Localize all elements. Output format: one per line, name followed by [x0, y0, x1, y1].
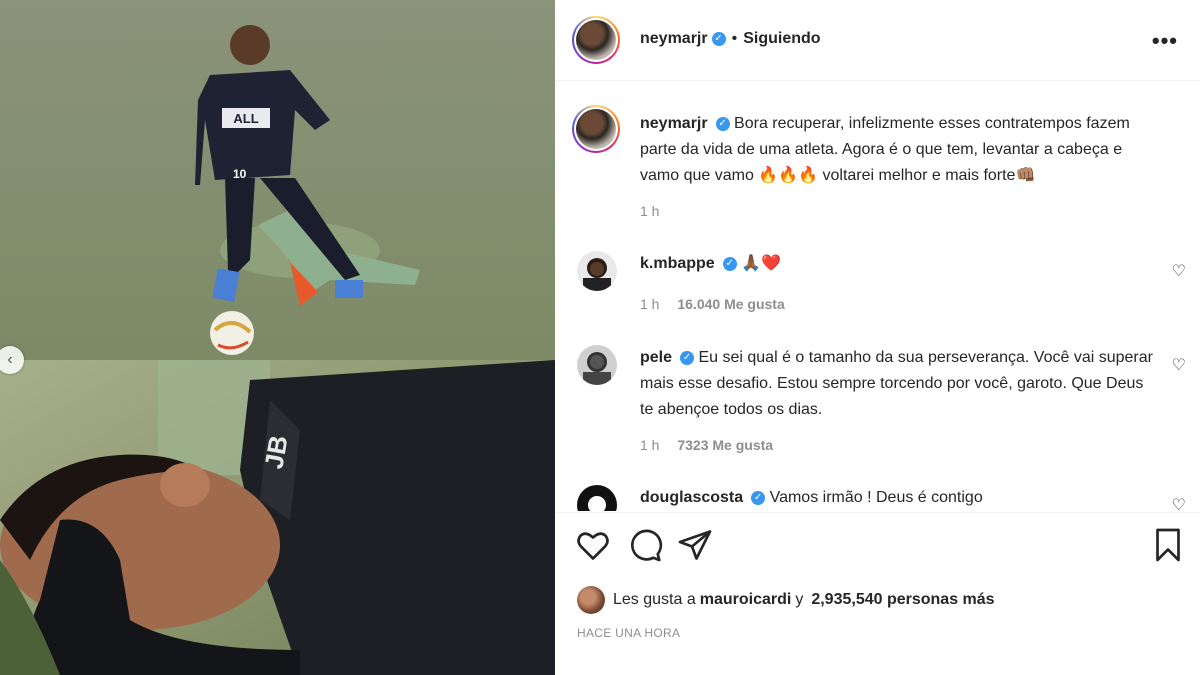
caption-username[interactable]: neymarjr — [640, 115, 708, 132]
comment-time: 1 h — [640, 296, 660, 312]
chevron-left-icon: ‹ — [7, 351, 13, 368]
jersey-number: 10 — [233, 167, 247, 181]
post-image: ALL 10 JB — [0, 0, 555, 675]
action-bar — [555, 512, 1200, 581]
verified-icon: ✓ — [680, 350, 695, 365]
like-comment-heart-icon[interactable]: ♡ — [1172, 355, 1186, 375]
svg-text:JB: JB — [258, 433, 293, 471]
likes-connector: y — [795, 591, 804, 608]
author-username[interactable]: neymarjr — [640, 30, 708, 48]
follow-status-button[interactable]: Siguiendo — [743, 30, 820, 48]
comment-text: 🙏🏾❤️ — [741, 255, 781, 272]
caption-text: Bora recuperar, infelizmente esses contr… — [640, 115, 1130, 184]
save-bookmark-icon[interactable] — [1150, 527, 1186, 563]
comment-text: Vamos irmão ! Deus é contigo — [769, 489, 983, 506]
commenter-avatar[interactable] — [577, 345, 617, 385]
liker-avatar[interactable] — [577, 586, 605, 614]
author-avatar[interactable] — [572, 16, 620, 64]
comment-username[interactable]: pele — [640, 349, 672, 366]
share-paper-plane-icon[interactable] — [677, 527, 713, 563]
post-timestamp: HACE UNA HORA — [577, 626, 681, 640]
comment-username[interactable]: douglascosta — [640, 489, 743, 506]
likes-prefix: Les gusta a — [613, 591, 696, 608]
verified-icon: ✓ — [751, 490, 766, 505]
comment-likes[interactable]: 7323 Me gusta — [677, 437, 773, 453]
likes-count[interactable]: 2,935,540 personas más — [811, 591, 994, 609]
comment-username[interactable]: k.mbappe — [640, 255, 715, 272]
caption-time: 1 h — [640, 203, 660, 219]
separator-dot: • — [731, 30, 738, 47]
comment-time: 1 h — [640, 437, 660, 453]
caption-avatar[interactable] — [572, 105, 620, 153]
verified-icon: ✓ — [715, 116, 730, 131]
more-options-icon[interactable]: ••• — [1152, 28, 1178, 54]
verified-icon: ✓ — [711, 32, 726, 46]
like-heart-icon[interactable] — [575, 527, 611, 563]
comment-bubble-icon[interactable] — [627, 527, 663, 563]
post-header: neymarjr ✓ • Siguiendo ••• — [555, 0, 1200, 81]
post-photo[interactable]: ALL 10 JB ‹ — [0, 0, 555, 675]
comment-likes[interactable]: 16.040 Me gusta — [677, 296, 784, 312]
verified-icon: ✓ — [722, 256, 737, 271]
like-comment-heart-icon[interactable]: ♡ — [1172, 261, 1186, 281]
commenter-avatar[interactable] — [577, 485, 617, 511]
commenter-avatar[interactable] — [577, 251, 617, 291]
post-panel: neymarjr ✓ • Siguiendo ••• neymarjr ✓ Bor… — [555, 0, 1200, 675]
likes-summary[interactable]: Les gusta a mauroicardi y 2,935,540 pers… — [577, 586, 999, 614]
liker-username[interactable]: mauroicardi — [700, 591, 792, 609]
comment-text: Eu sei qual é o tamanho da sua persevera… — [640, 349, 1153, 418]
comments-list[interactable]: neymarjr ✓ Bora recuperar, infelizmente e… — [555, 81, 1200, 511]
like-comment-heart-icon[interactable]: ♡ — [1172, 495, 1186, 511]
jersey-text: ALL — [233, 111, 258, 126]
